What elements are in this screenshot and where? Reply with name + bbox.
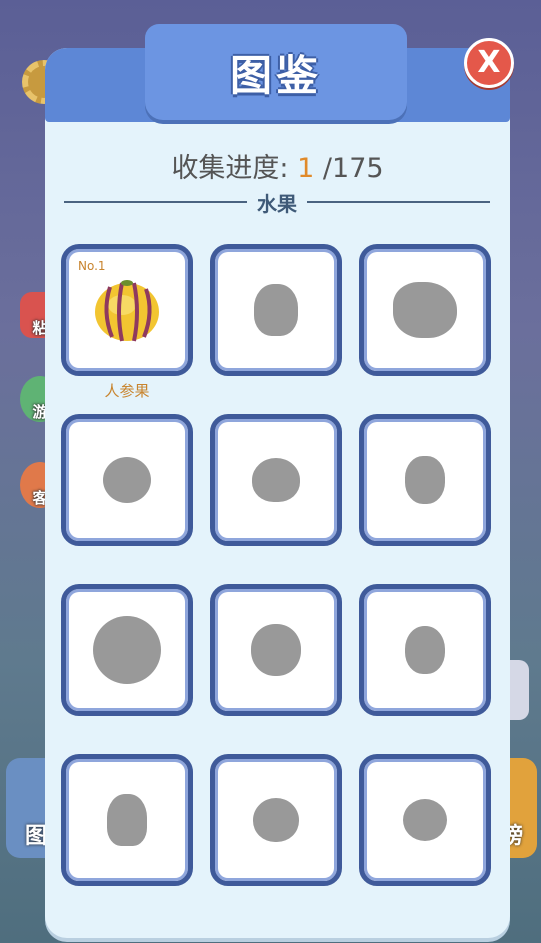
collection-item-2[interactable]	[210, 244, 342, 376]
item-card[interactable]	[61, 414, 193, 546]
item-card[interactable]	[210, 414, 342, 546]
collection-item-3[interactable]	[359, 244, 491, 376]
locked-silhouette-icon	[254, 284, 298, 336]
item-name: 人参果	[104, 382, 150, 400]
item-number: No.1	[78, 259, 106, 273]
locked-silhouette-icon	[253, 798, 299, 842]
progress-total: /175	[322, 153, 384, 184]
collection-item-6[interactable]	[359, 414, 491, 546]
divider-left	[64, 201, 247, 203]
collection-item-1[interactable]: No.1 人参果	[61, 244, 193, 400]
collection-item-10[interactable]	[61, 754, 193, 886]
collection-progress: 收集进度: 1 /175	[45, 146, 510, 185]
collection-item-12[interactable]	[359, 754, 491, 886]
locked-silhouette-icon	[93, 616, 161, 684]
divider-right	[307, 201, 490, 203]
locked-silhouette-icon	[107, 794, 147, 846]
item-card[interactable]: No.1	[61, 244, 193, 376]
collection-item-5[interactable]	[210, 414, 342, 546]
locked-silhouette-icon	[252, 458, 300, 502]
item-card[interactable]	[359, 584, 491, 716]
item-card[interactable]	[359, 244, 491, 376]
collection-item-8[interactable]	[210, 584, 342, 716]
collection-grid: No.1 人参果	[61, 244, 493, 886]
item-card[interactable]	[61, 754, 193, 886]
pepino-fruit-icon	[95, 280, 159, 342]
locked-silhouette-icon	[393, 282, 457, 338]
progress-label: 收集进度:	[171, 153, 289, 184]
locked-silhouette-icon	[103, 457, 151, 503]
item-card[interactable]	[359, 754, 491, 886]
item-card[interactable]	[210, 244, 342, 376]
item-card[interactable]	[210, 584, 342, 716]
collection-item-7[interactable]	[61, 584, 193, 716]
collection-item-9[interactable]	[359, 584, 491, 716]
locked-silhouette-icon	[405, 456, 445, 504]
title-tab: 图鉴	[145, 24, 407, 120]
locked-silhouette-icon	[405, 626, 445, 674]
panel-title: 图鉴	[229, 50, 322, 100]
item-card[interactable]	[359, 414, 491, 546]
close-button[interactable]: X	[464, 38, 514, 88]
locked-silhouette-icon	[251, 624, 301, 676]
collection-item-4[interactable]	[61, 414, 193, 546]
section-header: 水果	[64, 188, 490, 216]
item-card[interactable]	[210, 754, 342, 886]
progress-current: 1	[297, 153, 315, 184]
section-title: 水果	[257, 191, 297, 216]
close-icon: X	[477, 45, 501, 80]
item-card[interactable]	[61, 584, 193, 716]
locked-silhouette-icon	[403, 799, 447, 841]
collection-item-11[interactable]	[210, 754, 342, 886]
